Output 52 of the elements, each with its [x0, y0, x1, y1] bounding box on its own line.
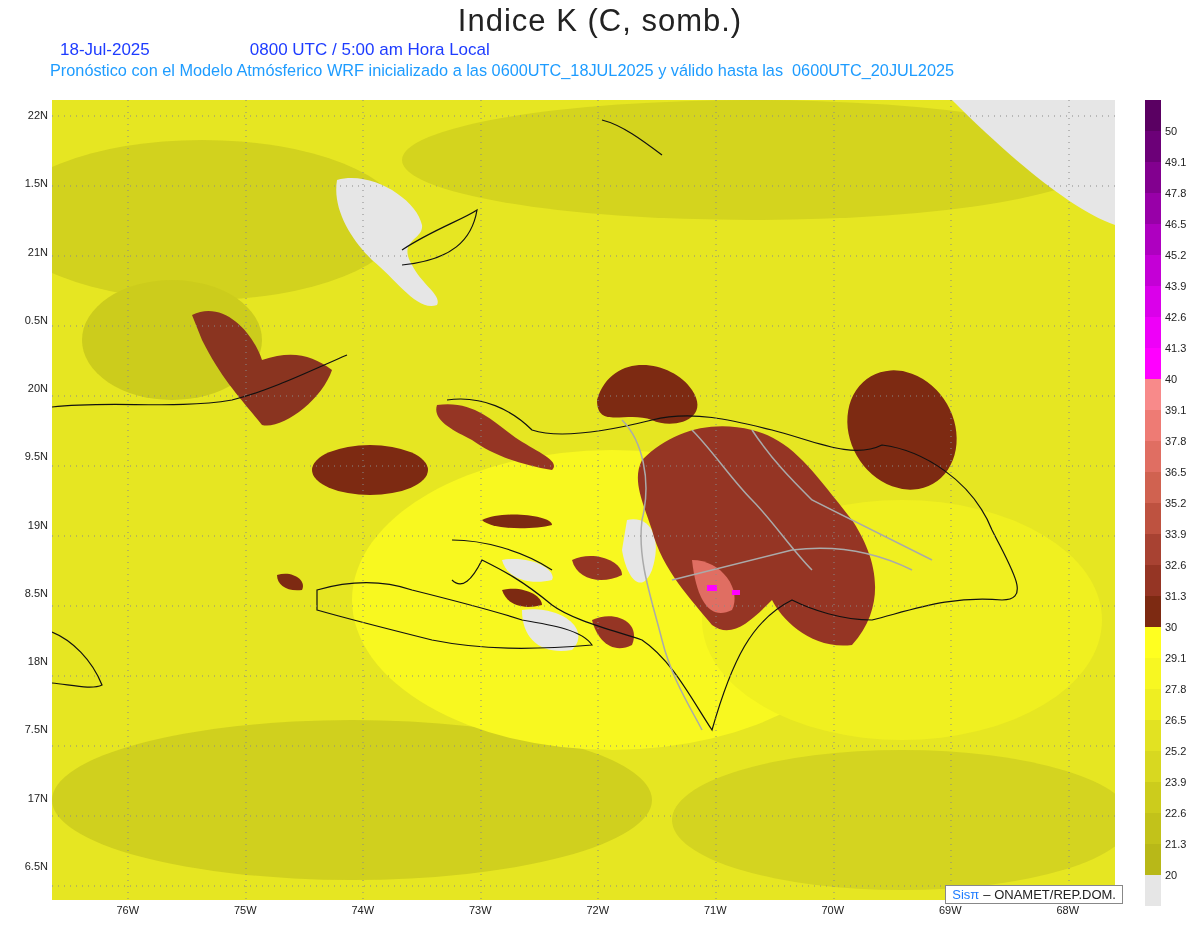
logo-text: Sisπ	[952, 887, 980, 902]
longitude-label: 71W	[702, 903, 728, 918]
latitude-label: 9.5N	[24, 450, 48, 463]
longitude-label: 69W	[937, 903, 963, 918]
latitude-label: 8.5N	[24, 586, 48, 599]
legend-label: 31.3	[1165, 590, 1187, 602]
legend-label: 32.6	[1165, 559, 1187, 571]
latitude-label: 20N	[27, 382, 48, 395]
legend-label: 49.1	[1165, 156, 1187, 168]
longitude-label: 70W	[820, 903, 846, 918]
latitude-label: 7.5N	[24, 723, 48, 736]
legend-label: 43.9	[1165, 280, 1187, 292]
legend-label: 25.2	[1165, 745, 1187, 757]
legend-label: 35.2	[1165, 497, 1187, 509]
longitude-label: 74W	[350, 903, 376, 918]
longitude-label: 73W	[467, 903, 493, 918]
legend-label: 46.5	[1165, 218, 1187, 230]
legend-label: 40	[1165, 373, 1178, 385]
legend-label: 27.8	[1165, 683, 1187, 695]
legend-label: 41.3	[1165, 342, 1187, 354]
latitude-label: 19N	[27, 518, 48, 531]
latitude-label: 6.5N	[24, 859, 48, 872]
legend-label: 39.1	[1165, 404, 1187, 416]
latitude-label: 0.5N	[24, 313, 48, 326]
legend-label: 20	[1165, 869, 1178, 881]
longitude-label: 76W	[115, 903, 141, 918]
latitude-label: 1.5N	[24, 177, 48, 190]
credit-text: – ONAMET/REP.DOM.	[983, 887, 1116, 902]
legend-label: 33.9	[1165, 528, 1187, 540]
legend-label: 26.5	[1165, 714, 1187, 726]
longitude-label: 75W	[232, 903, 258, 918]
longitude-label: 72W	[585, 903, 611, 918]
time-label: 0800 UTC / 5:00 am Hora Local	[249, 40, 490, 60]
longitude-label: 68W	[1055, 903, 1081, 918]
legend-label: 45.2	[1165, 249, 1187, 261]
chart-title: Indice K (C, somb.)	[457, 2, 743, 40]
latitude-label: 17N	[27, 791, 48, 804]
legend-label: 23.9	[1165, 776, 1187, 788]
latitude-label: 18N	[27, 655, 48, 668]
legend-label: 36.5	[1165, 466, 1187, 478]
forecast-description: Pronóstico con el Modelo Atmósferico WRF inicializado a las 0600UTC_18JUL2025 y válido hasta las 0600UTC_20JUL2025	[49, 60, 956, 80]
legend-label: 42.6	[1165, 311, 1187, 323]
legend-label: 22.6	[1165, 807, 1187, 819]
date-label: 18-Jul-2025	[60, 40, 150, 60]
legend-label: 21.3	[1165, 838, 1187, 850]
legend-label: 47.8	[1165, 187, 1187, 199]
legend-label: 37.8	[1165, 435, 1187, 447]
legend-label: 30	[1165, 621, 1178, 633]
latitude-label: 22N	[27, 109, 48, 122]
legend-label: 50	[1165, 125, 1178, 137]
legend-label: 29.1	[1165, 652, 1187, 664]
latitude-label: 21N	[27, 245, 48, 258]
